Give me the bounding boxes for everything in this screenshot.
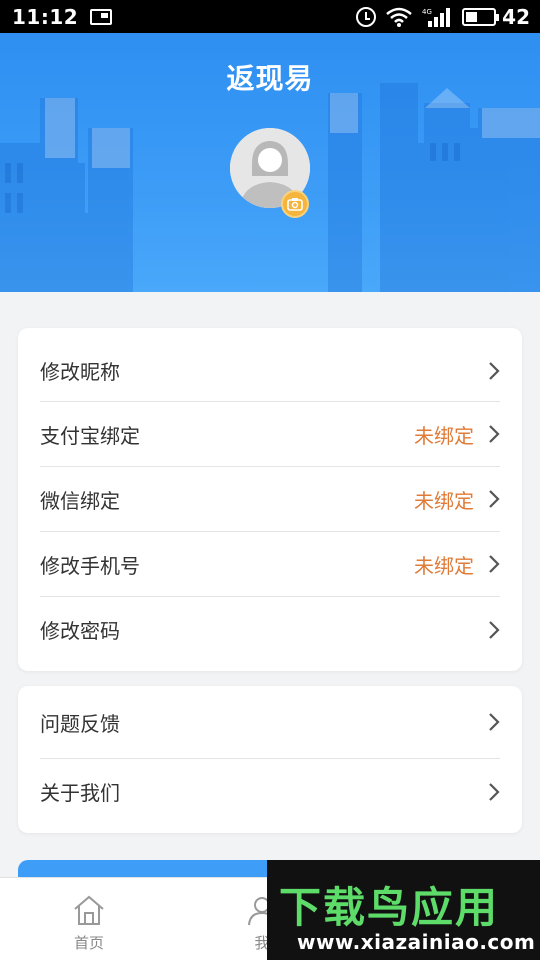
alarm-icon (356, 6, 377, 27)
row-label: 微信绑定 (40, 488, 120, 513)
chevron-right-icon (488, 361, 500, 381)
chevron-right-icon (488, 782, 500, 802)
watermark-title: 下载鸟应用 (279, 883, 500, 932)
home-icon (74, 895, 104, 925)
chevron-right-icon (488, 620, 500, 640)
status-time: 11:12 (12, 4, 79, 29)
row-label: 修改昵称 (40, 360, 120, 384)
status-bar: 11:12 4G 42 (0, 0, 540, 33)
battery-icon (462, 7, 500, 26)
wechat-binding-row[interactable]: 微信绑定 未绑定 (40, 467, 500, 532)
row-label: 问题反馈 (40, 711, 120, 736)
chevron-right-icon (488, 489, 500, 509)
binding-status: 未绑定 (414, 488, 474, 513)
nav-home[interactable]: 首页 (49, 894, 129, 953)
edit-nickname-row[interactable]: 修改昵称 (40, 328, 500, 402)
app-logo: 返现易 (226, 62, 314, 95)
battery-level: 42 (502, 4, 530, 29)
account-settings-card: 修改昵称 支付宝绑定 未绑定 微信绑定 未绑定 修改手机号 未绑定 修改密码 (18, 328, 522, 671)
nav-home-label: 首页 (73, 934, 104, 952)
edit-phone-row[interactable]: 修改手机号 未绑定 (40, 532, 500, 597)
about-us-row[interactable]: 关于我们 (40, 759, 500, 824)
binding-status: 未绑定 (414, 423, 474, 448)
watermark: 下载鸟应用 www.xiazainiao.com (267, 860, 540, 960)
alipay-binding-row[interactable]: 支付宝绑定 未绑定 (40, 402, 500, 467)
edit-password-row[interactable]: 修改密码 (40, 597, 500, 662)
support-card: 问题反馈 关于我们 (18, 686, 522, 833)
image-notification-icon (90, 8, 113, 25)
row-label: 关于我们 (40, 781, 120, 805)
wifi-icon (386, 7, 412, 27)
chevron-right-icon (488, 424, 500, 444)
watermark-url: www.xiazainiao.com (297, 930, 536, 954)
feedback-row[interactable]: 问题反馈 (40, 686, 500, 759)
chevron-right-icon (488, 712, 500, 732)
row-label: 支付宝绑定 (40, 423, 140, 448)
battery: 42 (462, 5, 530, 29)
signal-icon: 4G (422, 7, 452, 27)
binding-status: 未绑定 (414, 553, 474, 578)
row-label: 修改手机号 (40, 553, 140, 578)
chevron-right-icon (488, 554, 500, 574)
camera-icon[interactable] (281, 190, 309, 218)
network-type-label: 4G (422, 8, 432, 16)
row-label: 修改密码 (40, 619, 120, 643)
